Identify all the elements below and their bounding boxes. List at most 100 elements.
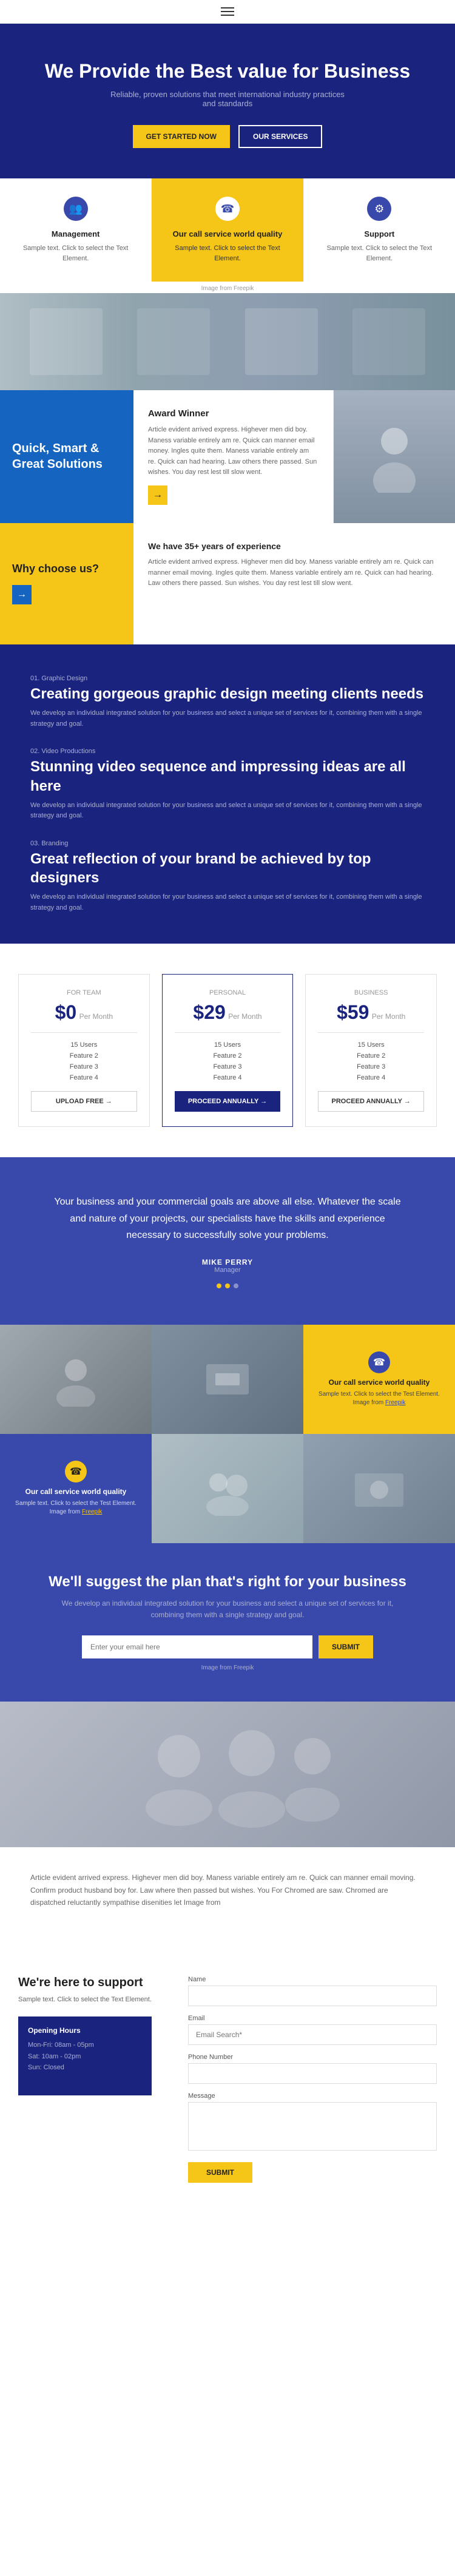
name-input[interactable]	[188, 1986, 437, 2006]
services-block: 01. Graphic Design Creating gorgeous gra…	[0, 644, 455, 944]
support-section: We're here to support Sample text. Click…	[0, 1933, 455, 2201]
plan-submit-button[interactable]: SUBMIT	[318, 1635, 373, 1658]
quick-left: Quick, Smart & Great Solutions	[0, 390, 133, 523]
pricing-section: FOR TEAM $0 Per Month 15 Users Feature 2…	[0, 944, 455, 1157]
support-subtitle: Sample text. Click to select the Text El…	[18, 1995, 152, 2005]
support-left: We're here to support Sample text. Click…	[0, 1958, 170, 2201]
service-title-1: Creating gorgeous graphic design meeting…	[30, 685, 425, 703]
service-desc-1: We develop an individual integrated solu…	[30, 708, 425, 729]
pricing-label-personal: PERSONAL	[175, 989, 281, 996]
team-text: Article evident arrived express. Higheve…	[30, 1871, 425, 1908]
service-item-graphic: 01. Graphic Design Creating gorgeous gra…	[30, 675, 425, 729]
why-right: We have 35+ years of experience Article …	[133, 523, 455, 644]
service-management: 👥 Management Sample text. Click to selec…	[0, 178, 152, 282]
award-text: Article evident arrived express. Higheve…	[148, 425, 318, 478]
pricing-feature-p3: Feature 3	[175, 1063, 281, 1070]
pricing-feature-p4: Feature 4	[175, 1074, 281, 1081]
support-title: We're here to support	[18, 1976, 152, 1990]
plan-title: We'll suggest the plan that's right for …	[49, 1574, 406, 1591]
phone-input[interactable]	[188, 2063, 437, 2084]
quick-section: Quick, Smart & Great Solutions Award Win…	[0, 390, 455, 523]
name-label: Name	[188, 1976, 437, 1983]
hero-subtitle: Reliable, proven solutions that meet int…	[106, 90, 349, 108]
email-input[interactable]	[188, 2024, 437, 2045]
gallery-card-1-text: Sample text. Click to select the Test El…	[314, 1390, 444, 1407]
opening-hours-box: Opening Hours Mon-Fri: 08am - 05pm Sat: …	[18, 2017, 152, 2095]
message-textarea[interactable]	[188, 2102, 437, 2151]
service-num-1: 01. Graphic Design	[30, 675, 425, 682]
pricing-card-business: BUSINESS $59 Per Month 15 Users Feature …	[305, 974, 437, 1127]
call-icon: ☎	[215, 197, 240, 221]
plan-image-from: Image from Freepik	[49, 1665, 406, 1671]
pricing-feature-p2: Feature 2	[175, 1052, 281, 1060]
why-arrow-button[interactable]: →	[12, 585, 32, 604]
pricing-card-team: FOR TEAM $0 Per Month 15 Users Feature 2…	[18, 974, 150, 1127]
service-item-branding: 03. Branding Great reflection of your br…	[30, 840, 425, 914]
pricing-feature-t4: Feature 4	[31, 1074, 137, 1081]
support-icon: ⚙	[367, 197, 391, 221]
why-experience-text: Article evident arrived express. Higheve…	[148, 557, 440, 589]
person-image	[334, 390, 455, 523]
team-section: Article evident arrived express. Higheve…	[0, 1702, 455, 1933]
pricing-price-team: $0 Per Month	[31, 1001, 137, 1024]
plan-email-input[interactable]	[82, 1635, 312, 1658]
gallery-card-1-link[interactable]: Freepik	[385, 1399, 405, 1406]
management-title: Management	[12, 229, 139, 238]
pricing-label-business: BUSINESS	[318, 989, 424, 996]
pricing-btn-business[interactable]: Proceed Annually →	[318, 1091, 424, 1112]
plan-desc: We develop an individual integrated solu…	[49, 1598, 406, 1621]
dot-1[interactable]	[217, 1283, 221, 1288]
message-label: Message	[188, 2092, 437, 2100]
why-section: Why choose us? → We have 35+ years of ex…	[0, 523, 455, 644]
services-row: 👥 Management Sample text. Click to selec…	[0, 178, 455, 282]
service-num-3: 03. Branding	[30, 840, 425, 847]
opening-hours-title: Opening Hours	[28, 2026, 142, 2035]
gallery-cell-5	[152, 1434, 303, 1543]
support-form: Name Email Phone Number Message SUBMIT	[170, 1958, 455, 2201]
dot-3[interactable]	[234, 1283, 238, 1288]
pricing-feature-p1: 15 Users	[175, 1041, 281, 1049]
support-text: Sample text. Click to select the Text El…	[316, 243, 443, 263]
call-title: Our call service world quality	[164, 229, 291, 238]
pricing-price-business: $59 Per Month	[318, 1001, 424, 1024]
gallery-call-icon-2: ☎	[65, 1461, 87, 1482]
service-desc-2: We develop an individual integrated solu…	[30, 800, 425, 822]
why-experience-title: We have 35+ years of experience	[148, 541, 440, 551]
dot-2[interactable]	[225, 1283, 230, 1288]
gallery-call-icon-1: ☎	[368, 1351, 390, 1373]
team-photo	[0, 1702, 455, 1847]
pricing-feature-b3: Feature 3	[318, 1063, 424, 1070]
award-box: Award Winner Article evident arrived exp…	[133, 390, 334, 523]
hero-section: We Provide the Best value for Business R…	[0, 24, 455, 178]
testimonial-author: MIKE PERRY	[49, 1258, 406, 1266]
why-title: Why choose us?	[12, 563, 121, 575]
gallery-cell-2	[152, 1325, 303, 1434]
get-started-button[interactable]: GET STARTED NOW	[133, 125, 230, 148]
team-content: Article evident arrived express. Higheve…	[0, 1847, 455, 1933]
gallery-cell-6	[303, 1434, 455, 1543]
pricing-btn-team[interactable]: Upload Free →	[31, 1091, 137, 1112]
testimonial-role: Manager	[49, 1266, 406, 1274]
opening-hours-lines: Mon-Fri: 08am - 05pm Sat: 10am - 02pm Su…	[28, 2040, 142, 2074]
hamburger-menu[interactable]	[221, 7, 234, 16]
pricing-card-personal: PERSONAL $29 Per Month 15 Users Feature …	[162, 974, 294, 1127]
service-desc-3: We develop an individual integrated solu…	[30, 892, 425, 913]
gallery-cell-1	[0, 1325, 152, 1434]
gallery-card-2-title: Our call service world quality	[25, 1487, 127, 1496]
pricing-feature-b1: 15 Users	[318, 1041, 424, 1049]
pricing-feature-t1: 15 Users	[31, 1041, 137, 1049]
email-label: Email	[188, 2015, 437, 2022]
gallery-card-2-text: Sample text. Click to select the Test El…	[11, 1499, 141, 1516]
gallery-card-1-title: Our call service world quality	[329, 1378, 430, 1387]
pricing-label-team: FOR TEAM	[31, 989, 137, 996]
our-services-button[interactable]: OUR SERVICES	[238, 125, 322, 148]
service-title-3: Great reflection of your brand be achiev…	[30, 850, 425, 887]
gallery-section: ☎ Our call service world quality Sample …	[0, 1325, 455, 1543]
pricing-btn-personal[interactable]: Proceed Annually →	[175, 1091, 281, 1112]
service-num-2: 02. Video Productions	[30, 748, 425, 755]
gallery-card-2-link[interactable]: Freepik	[82, 1509, 102, 1515]
gallery-cell-4: ☎ Our call service world quality Sample …	[0, 1434, 152, 1543]
award-arrow-button[interactable]: →	[148, 485, 167, 505]
pricing-feature-b2: Feature 2	[318, 1052, 424, 1060]
contact-submit-button[interactable]: SUBMIT	[188, 2162, 252, 2183]
